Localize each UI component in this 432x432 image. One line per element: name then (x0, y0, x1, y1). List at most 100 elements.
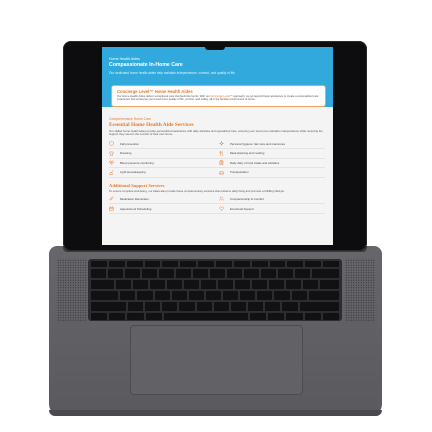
essential-service-item: Light Housekeeping (109, 169, 146, 175)
laptop-front-edge (49, 410, 382, 416)
keyboard-key (145, 302, 161, 311)
keyboard-key (180, 261, 197, 267)
row-divider (109, 167, 325, 168)
keyboard-key (269, 261, 286, 267)
keyboard-key (251, 261, 268, 267)
keyboard-key (196, 302, 212, 311)
concierge-body: Our Home Health Aides deliver exceptiona… (117, 95, 322, 102)
browser-screen: Home Health Aides Compassionate In-Home … (102, 47, 333, 245)
utensils-icon (219, 150, 224, 156)
essential-service-item: Dressing (109, 151, 131, 156)
keyboard-key (217, 280, 233, 289)
keyboard-key (132, 280, 148, 289)
keyboard-key (287, 261, 304, 267)
keyboard-key (305, 261, 322, 267)
additional-service-label: Appointment Scheduling (120, 206, 152, 211)
keyboard-key (125, 269, 140, 278)
keyboard-key (200, 280, 216, 289)
essential-service-label: Transportation (230, 170, 249, 174)
pill-icon (109, 196, 114, 201)
heart-pulse-icon (109, 160, 114, 165)
keyboard-key (171, 291, 187, 300)
comprehensive-eyebrow: Comprehensive Home Care (109, 117, 152, 121)
keyboard-key (159, 269, 174, 278)
keyboard-key (278, 269, 293, 278)
keyboard-key (91, 302, 126, 311)
keyboard-key (299, 302, 339, 311)
keyboard-key (234, 280, 250, 289)
keyboard-key (323, 261, 339, 267)
essential-service-label: Light Housekeeping (120, 170, 146, 174)
keyboard-key (183, 280, 199, 289)
broom-icon (109, 169, 114, 175)
keyboard-key (230, 302, 247, 311)
shield-icon (109, 141, 114, 146)
keyboard-key (308, 291, 339, 300)
keyboard-key (244, 269, 259, 278)
row-divider (109, 176, 325, 177)
essential-service-item: Meal planning and cooking (219, 150, 265, 156)
keyboard-key (286, 313, 303, 320)
keyboard-key (268, 280, 284, 289)
keyboard-key (312, 269, 339, 278)
car-icon (219, 170, 224, 175)
keyboard-key (144, 261, 161, 267)
comprehensive-text: Our skilled home health aides provide pe… (109, 129, 323, 137)
keyboard-key (240, 291, 256, 300)
keyboard-key (248, 302, 264, 311)
additional-service-item: Companionship & Comfort (219, 196, 264, 201)
keyboard-key (179, 302, 195, 311)
keyboard-key (188, 291, 204, 300)
row-divider (109, 213, 325, 214)
keyboard-key (193, 269, 208, 278)
keyboard-key (205, 291, 222, 300)
row-divider (109, 203, 325, 204)
trackpad (130, 325, 303, 395)
keyboard-key (91, 291, 119, 300)
keyboard-key (198, 261, 214, 267)
row-divider (109, 157, 325, 158)
essential-service-item: Daily diary of food intake and activitie… (219, 160, 279, 165)
keyboard-key (154, 291, 170, 300)
heart-icon (219, 206, 224, 211)
essential-service-label: Fall prevention (120, 141, 139, 146)
keyboard-key (233, 261, 250, 267)
keyboard-key (302, 280, 318, 289)
additional-service-item: Appointment Scheduling (109, 206, 151, 211)
keyboard-key (257, 291, 273, 300)
keyboard-key (291, 291, 307, 300)
keyboard-key (142, 269, 157, 278)
keyboard-key (223, 291, 239, 300)
comprehensive-title: Essential Home Health Aide Services (109, 122, 194, 128)
essential-service-label: Daily diary of food intake and activitie… (230, 160, 280, 165)
keyboard-key (126, 261, 143, 267)
essential-service-label: Meal planning and cooking (230, 151, 265, 155)
right-speaker-grille (345, 259, 375, 321)
keyboard-key (162, 302, 178, 311)
keyboard-key (295, 269, 310, 278)
keyboard-key (163, 313, 248, 320)
keyboard-key (261, 269, 276, 278)
keyboard-key (274, 291, 290, 300)
additional-title: Additional Support Services (109, 183, 165, 188)
row-divider (109, 148, 325, 149)
essential-service-item: Blood pressure monitoring (109, 160, 154, 165)
additional-service-item: Emotional Support (219, 206, 254, 211)
concierge-title: Concierge Level™ Home Health Aides (117, 89, 193, 94)
keyboard-key (265, 302, 281, 311)
keyboard-key (268, 313, 285, 320)
essential-service-label: Personal hygiene: hair care and manicure… (230, 141, 285, 146)
concierge-card: Concierge Level™ Home Health Aides Our H… (111, 85, 326, 107)
keyboard-key (127, 313, 144, 320)
keyboard (88, 259, 342, 321)
essential-service-label: Blood pressure monitoring (120, 160, 154, 165)
left-speaker-grille (57, 259, 87, 321)
keyboard-key (319, 280, 339, 289)
essential-service-label: Dressing (120, 151, 132, 155)
keyboard-key (210, 269, 225, 278)
essential-service-item: Transportation (219, 170, 249, 175)
keyboard-key (91, 280, 114, 289)
keyboard-key (213, 302, 229, 311)
keyboard-key (137, 291, 153, 300)
keyboard-key (176, 269, 191, 278)
